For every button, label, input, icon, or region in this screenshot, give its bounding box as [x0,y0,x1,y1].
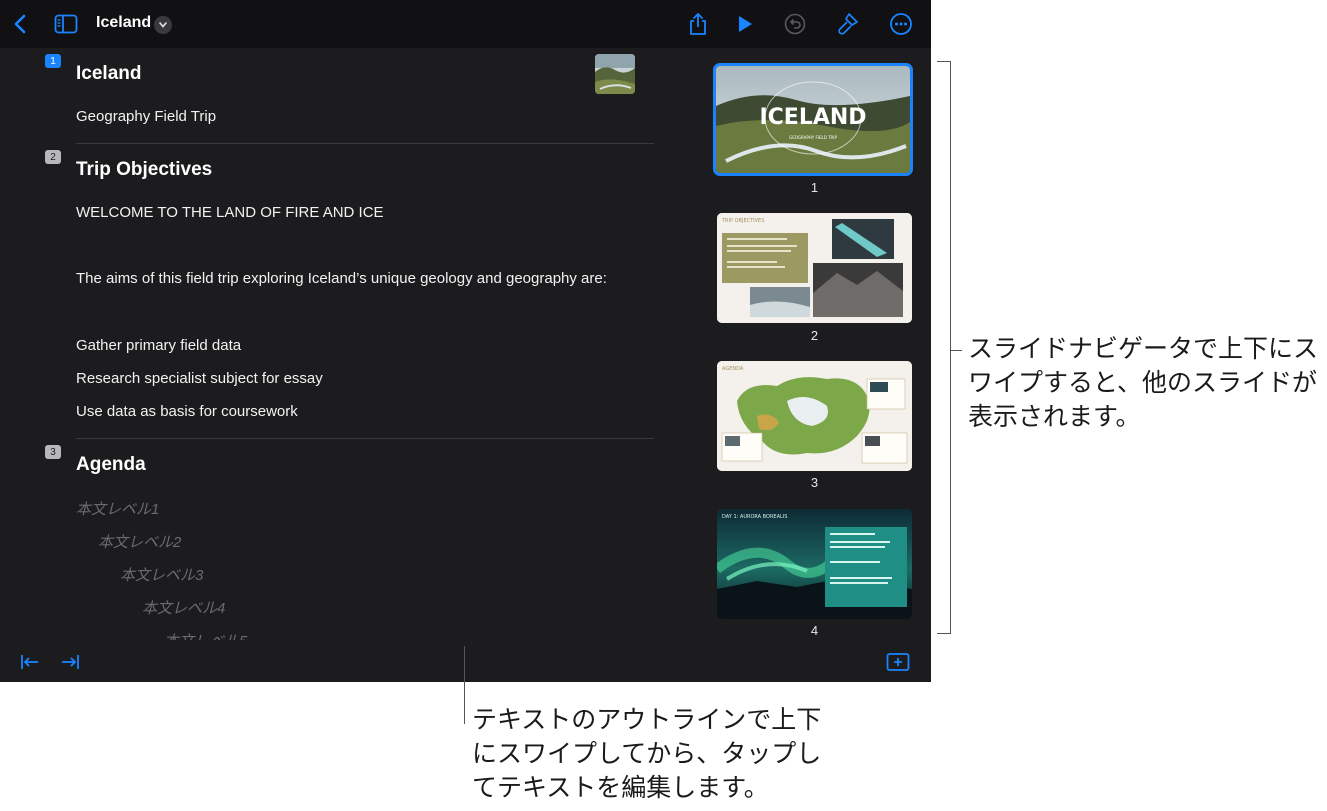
slide-number-badge[interactable]: 3 [45,445,61,459]
undo-icon [784,13,806,35]
slide-body-text[interactable]: Gather primary field data [76,337,241,354]
keynote-app-window: Iceland 1 Iceland Geography Field Trip 2 [0,0,931,682]
thumbnail-title: DAY 1: AURORA BOREALIS [722,514,787,520]
slide-divider [76,143,654,144]
thumbnail-title: TRIP OBJECTIVES [721,218,764,224]
play-icon [739,16,752,32]
outdent-icon [21,655,38,669]
paintbrush-icon [838,13,858,35]
body-placeholder-level-4[interactable]: 本文レベル4 [142,597,225,618]
body-placeholder-level-3[interactable]: 本文レベル3 [120,564,203,585]
text-outline[interactable]: 1 Iceland Geography Field Trip 2 Trip Ob… [0,48,690,640]
slide-thumbnail-3[interactable]: AGENDA [717,361,912,471]
chevron-left-icon [14,14,26,34]
chevron-down-icon [159,22,167,28]
navigator-callout-leader [950,350,962,351]
thumbnail-title: ICELAND [759,105,866,130]
slide-number-label: 2 [810,328,819,343]
sidebar-toggle-button[interactable] [52,10,80,38]
slide-thumbnail-4[interactable]: DAY 1: AURORA BOREALIS [717,509,912,619]
body-placeholder-level-1[interactable]: 本文レベル1 [76,498,159,519]
navigator-bracket-line [950,61,951,634]
outline-callout-leader [464,646,465,724]
toolbar: Iceland [0,0,931,48]
navigator-bracket-bottom [937,633,951,634]
bottom-toolbar [0,640,931,682]
slide-number-label: 3 [810,475,819,490]
add-slide-button[interactable] [884,648,912,676]
slide-title[interactable]: Agenda [76,454,146,476]
indent-button[interactable] [56,648,84,676]
outdent-button[interactable] [16,648,44,676]
more-button[interactable] [887,10,915,38]
slide-body-text[interactable]: The aims of this field trip exploring Ic… [76,270,607,287]
share-icon [690,12,706,35]
sidebar-icon [54,14,78,34]
body-placeholder-level-5[interactable]: 本文レベル5 [164,630,247,640]
slide-body-text[interactable]: WELCOME TO THE LAND OF FIRE AND ICE [76,204,384,221]
navigator-callout-text: スライドナビゲータで上下にスワイプすると、他のスライドが表示されます。 [968,335,1319,431]
slide-body-text[interactable]: Use data as basis for coursework [76,403,298,420]
indent-icon [62,655,79,669]
slide-title[interactable]: Iceland [76,63,141,85]
undo-button[interactable] [781,10,809,38]
body-placeholder-level-2[interactable]: 本文レベル2 [98,531,181,552]
thumbnail-title: AGENDA [722,366,744,372]
slide-number-badge[interactable]: 1 [45,54,61,68]
ellipsis-icon [890,13,912,35]
thumbnail-subtitle: GEOGRAPHY FIELD TRIP [789,135,837,140]
format-button[interactable] [834,10,862,38]
navigator-bracket-top [937,61,951,62]
add-slide-icon [886,653,910,671]
slide-thumbnail-1[interactable]: ICELAND GEOGRAPHY FIELD TRIP [713,63,913,176]
play-button[interactable] [731,10,759,38]
slide-number-badge[interactable]: 2 [45,150,61,164]
slide-divider [76,438,654,439]
slide-number-label: 1 [810,180,819,195]
slide-body-text[interactable]: Geography Field Trip [76,108,216,125]
slide-title[interactable]: Trip Objectives [76,159,212,181]
document-title[interactable]: Iceland [96,14,151,32]
slide-image-thumbnail[interactable] [595,54,635,94]
slide-thumbnail-2[interactable]: TRIP OBJECTIVES [717,213,912,323]
outline-callout-text: テキストのアウトラインで上下にスワイプしてから、タップしてテキストを編集します。 [472,706,822,802]
slide-body-text[interactable]: Research specialist subject for essay [76,370,323,387]
back-button[interactable] [6,10,34,38]
share-button[interactable] [684,10,712,38]
slide-number-label: 4 [810,623,819,638]
title-menu-button[interactable] [154,16,172,34]
